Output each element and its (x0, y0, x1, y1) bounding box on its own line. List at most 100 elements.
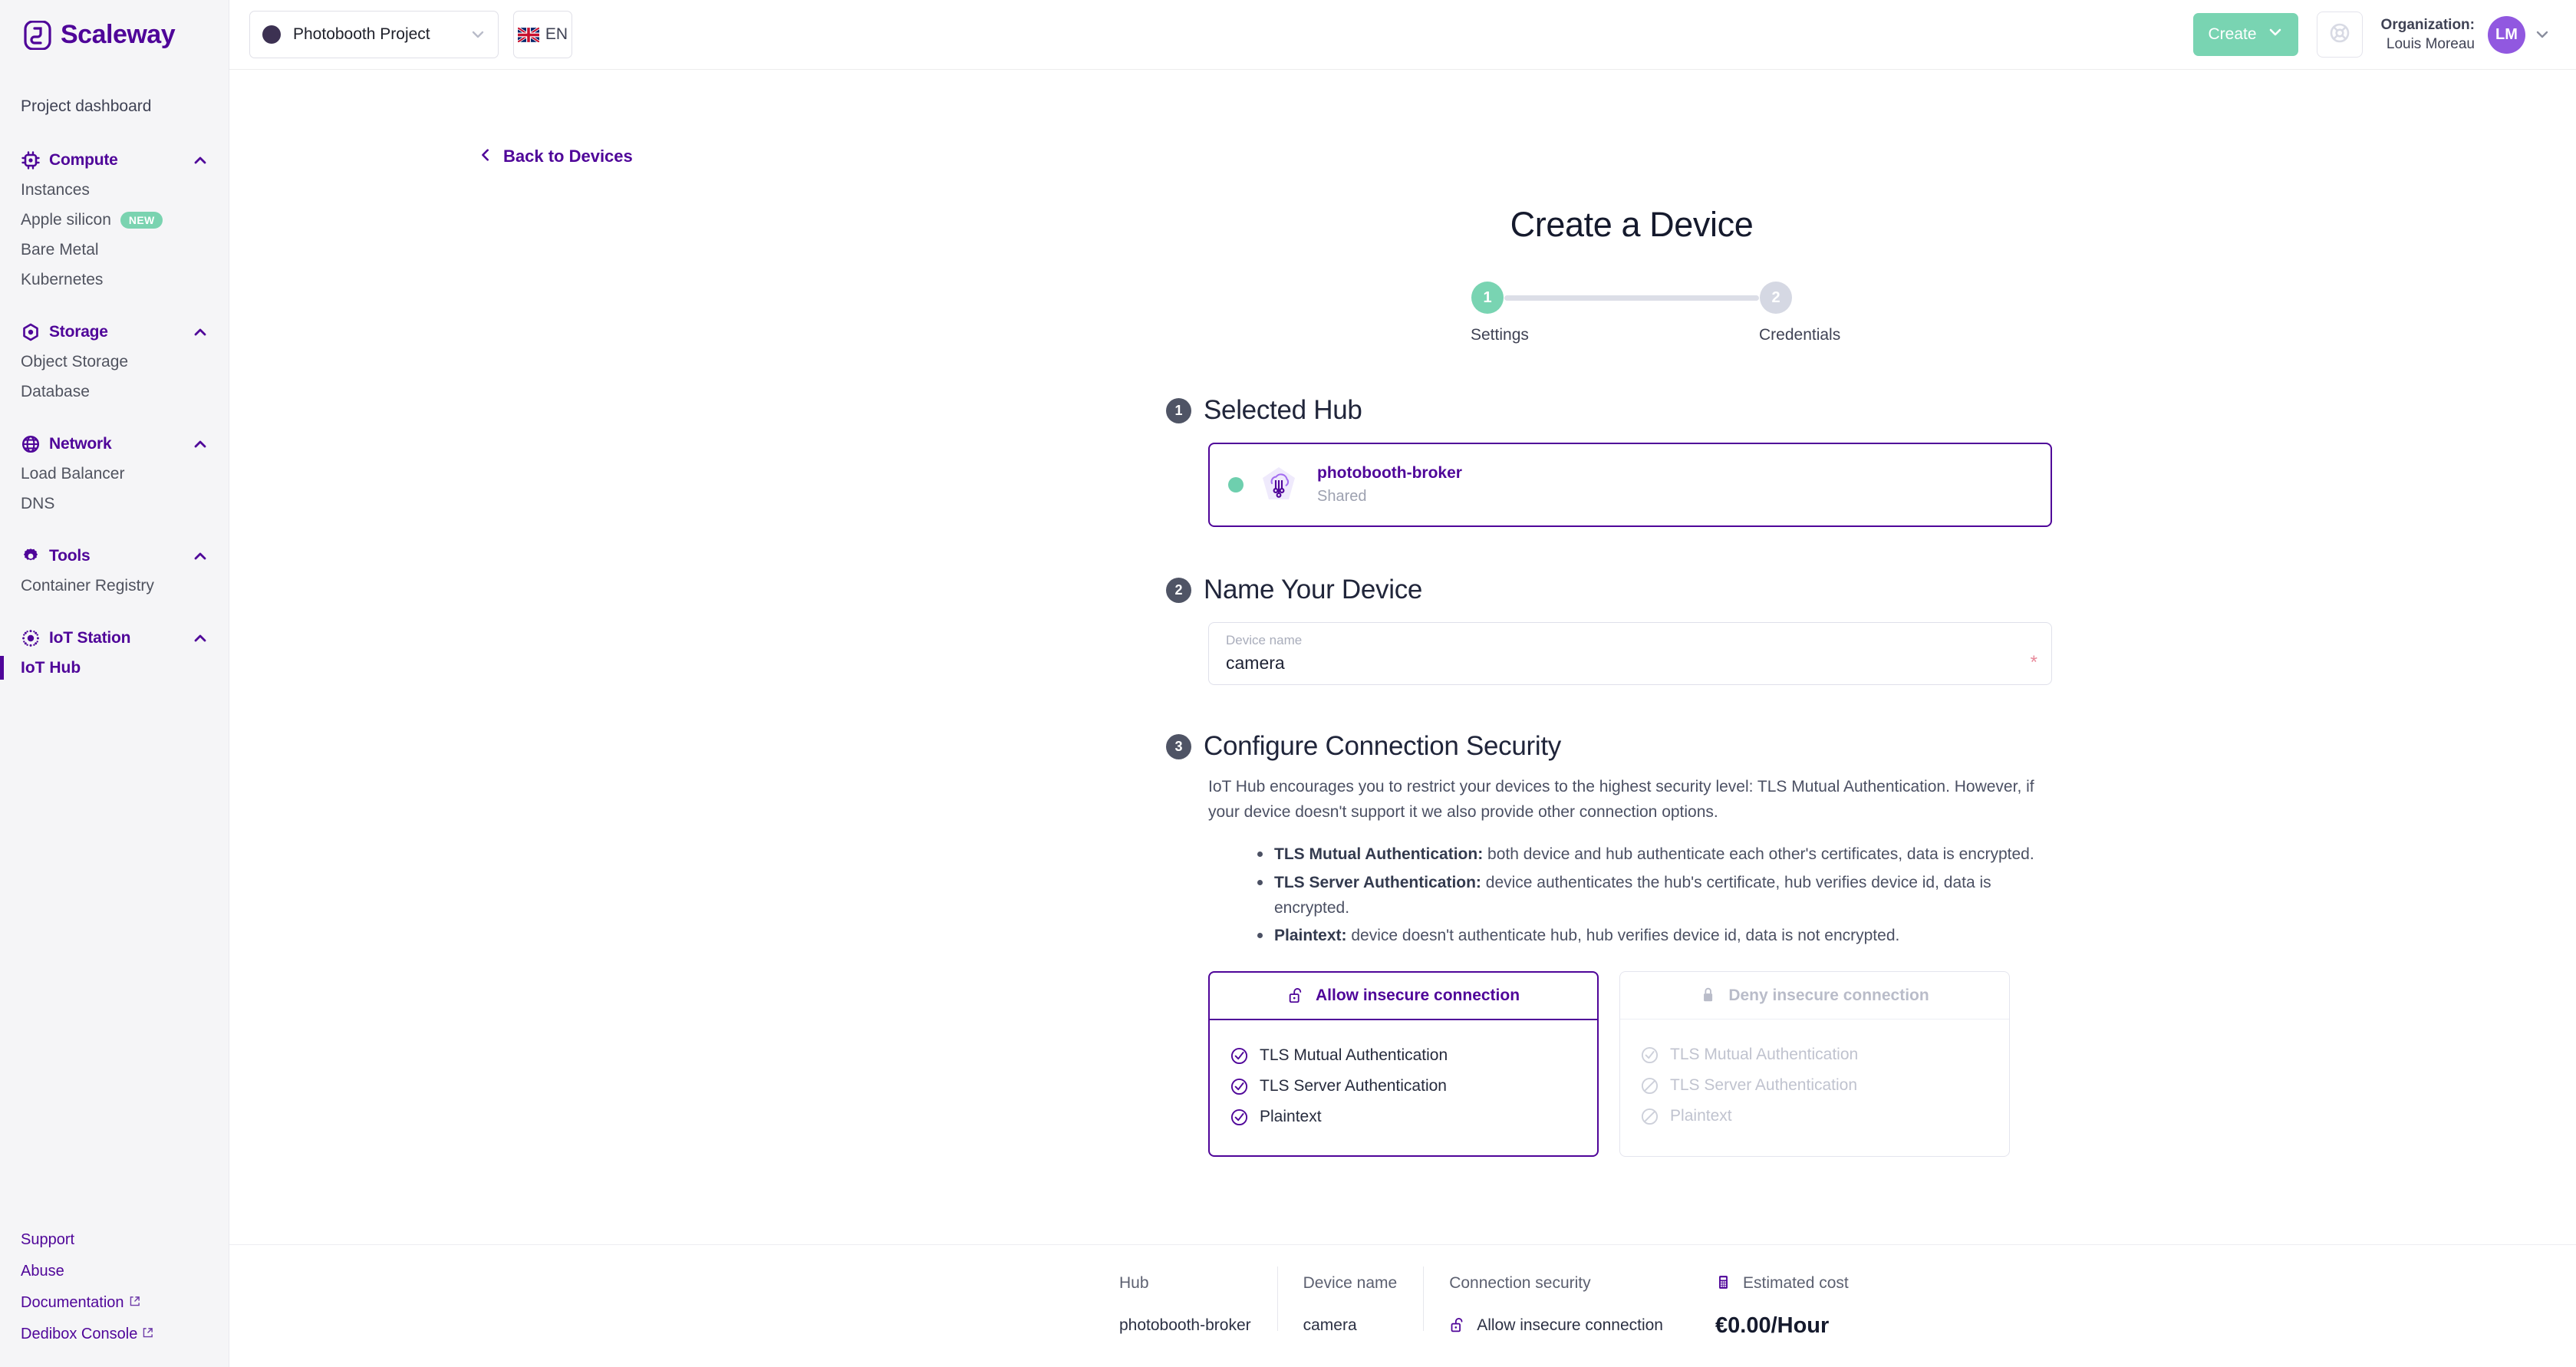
stepper-step-settings[interactable]: 1 Settings (1471, 282, 1529, 344)
footer-link-abuse[interactable]: Abuse (21, 1256, 229, 1287)
blocked-circle-icon (1640, 1107, 1659, 1126)
hub-card[interactable]: photobooth-broker Shared (1208, 443, 2052, 527)
form-column: 1 Selected Hub photobooth-broker Shared … (1166, 395, 2052, 1158)
option-item: Plaintext (1640, 1101, 2009, 1131)
summary-device-value: camera (1303, 1316, 1357, 1334)
summary-bar: Hub photobooth-broker Device name camera… (229, 1244, 2576, 1367)
option-label: Allow insecure connection (1315, 987, 1520, 1005)
footer-link-support[interactable]: Support (21, 1224, 229, 1256)
sidebar: Scaleway Project dashboard Compute Insta… (0, 0, 229, 1367)
brand-logo[interactable]: Scaleway (0, 0, 229, 70)
nav-group-header-storage[interactable]: Storage (0, 318, 229, 347)
gear-icon (21, 546, 41, 566)
footer-link-documentation[interactable]: Documentation (21, 1287, 229, 1319)
option-header[interactable]: Deny insecure connection (1620, 972, 2009, 1020)
summary-hub-value: photobooth-broker (1119, 1316, 1251, 1334)
language-selector[interactable]: EN (513, 11, 572, 58)
security-bullet-list: TLS Mutual Authentication: both device a… (1254, 842, 2056, 948)
chevron-down-icon (470, 27, 486, 42)
option-label: Deny insecure connection (1728, 986, 1929, 1004)
stepper-step-number: 2 (1760, 282, 1792, 314)
summary-security-value: Allow insecure connection (1477, 1316, 1663, 1334)
new-badge: NEW (120, 211, 163, 229)
stepper: 1 Settings 2 Credentials (459, 282, 2576, 366)
security-options: Allow insecure connection TLS Mutual Aut… (1208, 971, 2010, 1158)
option-item: TLS Mutual Authentication (1640, 1039, 2009, 1070)
iot-hub-icon (1259, 465, 1299, 505)
page-title: Create a Device (1510, 205, 1754, 244)
sidebar-item-apple-silicon[interactable]: Apple silicon NEW (0, 205, 229, 235)
nav-group-header-network[interactable]: Network (0, 430, 229, 459)
sidebar-item-kubernetes[interactable]: Kubernetes (0, 265, 229, 295)
summary-hub-label: Hub (1119, 1274, 1149, 1292)
option-item-label: Plaintext (1670, 1107, 1732, 1125)
help-button[interactable] (2316, 12, 2363, 58)
sidebar-item-load-balancer[interactable]: Load Balancer (0, 459, 229, 489)
stepper-step-label: Credentials (1759, 326, 1841, 344)
external-link-icon (129, 1294, 140, 1312)
footer-link-dedibox-console[interactable]: Dedibox Console (21, 1319, 229, 1350)
hexagon-icon (21, 322, 41, 342)
sidebar-item-project-dashboard[interactable]: Project dashboard (0, 91, 229, 123)
globe-icon (21, 434, 41, 454)
summary-device-name: Device name camera (1276, 1267, 1424, 1337)
section-title: Configure Connection Security (1204, 731, 1562, 761)
option-item: Plaintext (1230, 1102, 1597, 1132)
section-number: 1 (1166, 397, 1191, 423)
sidebar-item-object-storage[interactable]: Object Storage (0, 347, 229, 377)
sidebar-item-label: Container Registry (21, 576, 154, 595)
nav-group-network: Network Load Balancer DNS (0, 430, 229, 519)
list-item: TLS Mutual Authentication: both device a… (1254, 842, 2056, 867)
create-button[interactable]: Create (2192, 13, 2298, 56)
option-deny-insecure-connection[interactable]: Deny insecure connection TLS Mutual Auth… (1619, 971, 2010, 1158)
stepper-step-credentials[interactable]: 2 Credentials (1759, 282, 1841, 344)
main-area: Photobooth Project EN Create Organizatio… (229, 0, 2576, 1367)
sidebar-item-database[interactable]: Database (0, 377, 229, 407)
sidebar-item-label: Apple silicon (21, 210, 111, 229)
option-item-label: Plaintext (1260, 1108, 1322, 1126)
project-selector[interactable]: Photobooth Project (249, 11, 499, 58)
option-body: TLS Mutual Authentication TLS Server Aut… (1210, 1020, 1597, 1155)
summary-cost-value: €0.00/Hour (1715, 1313, 1830, 1338)
sidebar-item-container-registry[interactable]: Container Registry (0, 571, 229, 601)
nav-group-header-iot-station[interactable]: IoT Station (0, 624, 229, 653)
avatar[interactable]: LM (2488, 15, 2525, 54)
section-number: 2 (1166, 577, 1191, 603)
nav-group-header-tools[interactable]: Tools (0, 542, 229, 571)
nav-group-header-compute[interactable]: Compute (0, 146, 229, 175)
section-title: Selected Hub (1204, 395, 1362, 425)
check-circle-icon (1640, 1046, 1659, 1065)
nav-group-title: Tools (49, 547, 91, 565)
page-content: Back to Devices Create a Device 1 Settin… (229, 70, 2576, 1367)
summary-inner: Hub photobooth-broker Device name camera… (1119, 1267, 1875, 1338)
option-allow-insecure-connection[interactable]: Allow insecure connection TLS Mutual Aut… (1208, 971, 1599, 1158)
organization-block[interactable]: Organization: Louis Moreau (2381, 15, 2475, 54)
device-name-field[interactable]: Device name camera * (1208, 622, 2052, 685)
bullet-term: TLS Server Authentication: (1274, 873, 1481, 891)
chevron-up-icon (193, 631, 208, 646)
nav-group-storage: Storage Object Storage Database (0, 318, 229, 407)
sidebar-item-iot-hub[interactable]: IoT Hub (0, 653, 229, 683)
sidebar-item-bare-metal[interactable]: Bare Metal (0, 235, 229, 265)
summary-hub: Hub photobooth-broker (1119, 1273, 1277, 1337)
sidebar-item-dns[interactable]: DNS (0, 489, 229, 519)
bullet-term: Plaintext: (1274, 926, 1347, 944)
bullet-text: device doesn't authenticate hub, hub ver… (1346, 926, 1900, 944)
bullet-text: both device and hub authenticate each ot… (1483, 845, 2034, 864)
option-header[interactable]: Allow insecure connection (1210, 973, 1598, 1021)
chevron-down-icon[interactable] (2535, 27, 2550, 42)
back-to-devices-link[interactable]: Back to Devices (229, 70, 2576, 166)
device-name-input[interactable]: camera (1226, 653, 2034, 674)
language-code: EN (545, 25, 568, 43)
unlock-icon (1449, 1316, 1468, 1336)
calculator-icon (1715, 1274, 1734, 1293)
summary-device-label: Device name (1303, 1274, 1398, 1292)
sidebar-item-instances[interactable]: Instances (0, 175, 229, 205)
nav-group-iot-station: IoT Station IoT Hub (0, 624, 229, 683)
create-button-label: Create (2208, 25, 2257, 43)
sidebar-item-label: Object Storage (21, 352, 129, 371)
device-name-label: Device name (1226, 633, 1303, 647)
chevron-up-icon (193, 548, 208, 564)
summary-cost-label: Estimated cost (1743, 1274, 1849, 1292)
organization-name: Louis Moreau (2386, 36, 2475, 52)
